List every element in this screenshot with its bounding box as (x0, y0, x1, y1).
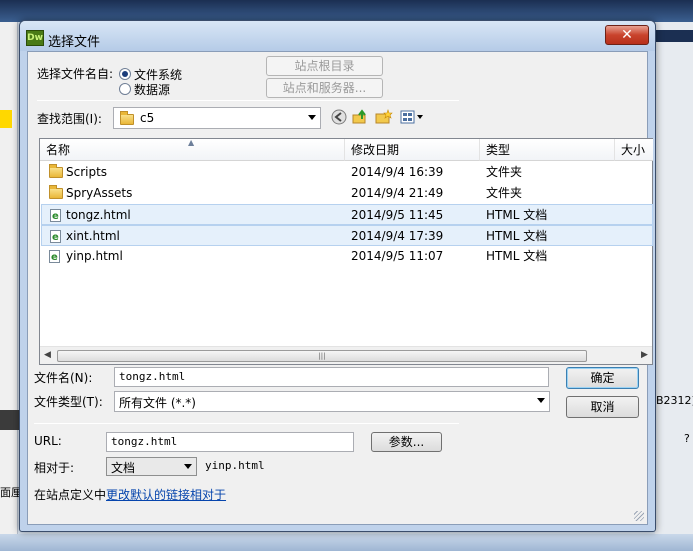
horizontal-scrollbar[interactable]: ◀ ||| ▶ (40, 346, 652, 364)
background-right-strip (655, 30, 693, 42)
view-menu-icon[interactable] (400, 109, 426, 127)
folder-icon (120, 111, 134, 125)
url-label: URL: (34, 434, 62, 448)
sort-ascending-icon: ▲ (188, 138, 195, 147)
filetype-label: 文件类型(T): (34, 395, 103, 409)
file-name: xint.html (66, 229, 120, 243)
file-date: 2014/9/5 11:07 (351, 249, 444, 263)
file-name: Scripts (66, 165, 108, 179)
scroll-left-icon[interactable]: ◀ (44, 350, 51, 360)
folder-icon (49, 185, 63, 199)
datasource-radio-label[interactable]: 数据源 (134, 81, 170, 98)
file-list[interactable]: 名称 ▲ 修改日期 类型 大小 Scripts 2014/9/4 16:39 文… (39, 138, 653, 365)
back-icon[interactable] (330, 109, 348, 127)
lookin-value: c5 (140, 111, 155, 125)
dialog-client-area: 选择文件名自: 文件系统 数据源 站点根目录 站点和服务器... 查找范围(I)… (27, 51, 653, 525)
up-folder-icon[interactable] (351, 109, 369, 127)
file-date: 2014/9/4 17:39 (351, 229, 444, 243)
background-app-titlebar (0, 0, 693, 22)
dreamweaver-app-icon: Dw (26, 30, 44, 46)
scrollbar-thumb[interactable]: ||| (57, 350, 587, 362)
html-file-icon (50, 227, 61, 248)
select-from-label: 选择文件名自: (37, 67, 114, 81)
datasource-radio[interactable] (119, 83, 131, 95)
file-type: HTML 文档 (486, 208, 548, 222)
separator (34, 423, 459, 424)
filetype-select[interactable]: 所有文件 (*.*) (114, 391, 550, 412)
file-row[interactable]: yinp.html 2014/9/5 11:07 HTML 文档 (41, 246, 653, 268)
background-app-left-panel (0, 22, 18, 551)
lookin-label: 查找范围(I): (37, 112, 102, 126)
file-date: 2014/9/4 16:39 (351, 165, 444, 179)
background-code-fragment: B2312) (656, 394, 693, 407)
dialog-titlebar[interactable]: Dw 选择文件 ✕ (20, 21, 655, 51)
column-name-label: 名称 (46, 143, 71, 157)
html-file-icon (50, 206, 61, 227)
file-name: tongz.html (66, 208, 131, 222)
cancel-button[interactable]: 取消 (566, 396, 639, 418)
separator (37, 100, 459, 101)
ok-button[interactable]: 确定 (566, 367, 639, 389)
url-input[interactable]: tongz.html (106, 432, 354, 452)
file-type: 文件夹 (486, 186, 523, 200)
html-file-icon (49, 247, 60, 268)
column-header-size[interactable]: 大小 (615, 139, 653, 161)
close-button[interactable]: ✕ (605, 25, 649, 45)
dialog-title: 选择文件 (48, 35, 101, 50)
select-file-dialog: Dw 选择文件 ✕ 选择文件名自: 文件系统 数据源 站点根目录 站点和服务器.… (19, 20, 656, 532)
file-name: yinp.html (66, 249, 123, 263)
resize-grip[interactable] (634, 511, 644, 521)
background-taskbar (0, 534, 693, 551)
filesystem-radio[interactable] (119, 68, 131, 80)
new-folder-icon[interactable] (375, 109, 393, 127)
file-row[interactable]: Scripts 2014/9/4 16:39 文件夹 (41, 162, 653, 183)
folder-icon (49, 164, 63, 178)
relative-to-select[interactable]: 文档 (106, 457, 197, 476)
file-name: SpryAssets (66, 186, 133, 200)
chevron-down-icon (308, 115, 316, 120)
parameters-button[interactable]: 参数... (371, 432, 442, 452)
scroll-right-icon[interactable]: ▶ (641, 350, 648, 360)
file-type: HTML 文档 (486, 249, 548, 263)
filename-label: 文件名(N): (34, 371, 93, 385)
background-question-fragment: ? (684, 432, 690, 445)
relative-file: yinp.html (205, 459, 265, 472)
change-default-link[interactable]: 更改默认的链接相对于 (106, 488, 226, 502)
site-definition-prefix: 在站点定义中 (34, 488, 107, 502)
file-row[interactable]: SpryAssets 2014/9/4 21:49 文件夹 (41, 183, 653, 204)
relative-to-label: 相对于: (34, 461, 75, 475)
site-and-server-button[interactable]: 站点和服务器... (266, 78, 383, 98)
filetype-value: 所有文件 (*.*) (119, 396, 196, 410)
background-highlight (0, 110, 12, 128)
file-date: 2014/9/4 21:49 (351, 186, 444, 200)
file-row[interactable]: xint.html 2014/9/4 17:39 HTML 文档 (41, 225, 653, 248)
file-row-selected[interactable]: tongz.html 2014/9/5 11:45 HTML 文档 (41, 204, 653, 227)
background-app-right-panel (655, 22, 693, 534)
file-type: HTML 文档 (486, 229, 548, 243)
relative-to-value: 文档 (111, 461, 136, 475)
chevron-down-icon (537, 398, 545, 403)
site-root-button[interactable]: 站点根目录 (266, 56, 383, 76)
filename-input[interactable]: tongz.html (114, 367, 549, 387)
column-header-type[interactable]: 类型 (480, 139, 615, 161)
file-type: 文件夹 (486, 165, 523, 179)
column-header-name[interactable]: 名称 ▲ (40, 139, 345, 161)
lookin-combobox[interactable]: c5 (113, 107, 321, 129)
site-definition-text: 在站点定义中更改默认的链接相对于 (34, 486, 226, 503)
column-header-date[interactable]: 修改日期 (345, 139, 480, 161)
chevron-down-icon (184, 464, 192, 469)
file-date: 2014/9/5 11:45 (351, 208, 444, 222)
